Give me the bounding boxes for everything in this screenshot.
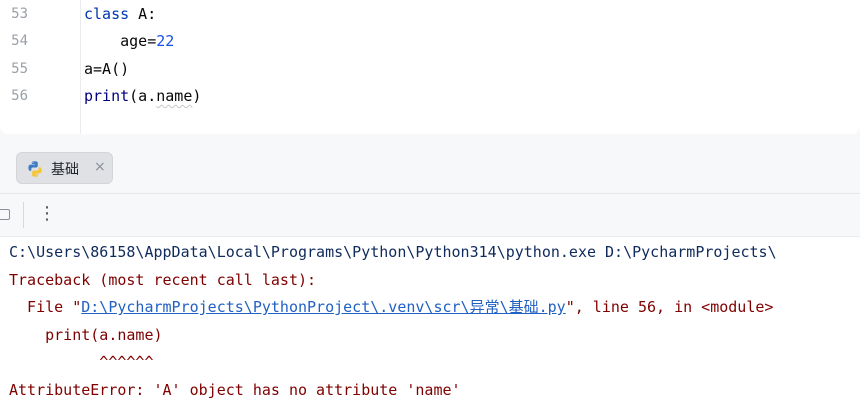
- line-number: 55: [11, 61, 28, 77]
- line-number-gutter: 53 54 55 56: [0, 0, 81, 134]
- run-tab-label: 基础: [51, 162, 79, 178]
- run-toolbar: ⋮: [0, 194, 860, 237]
- run-tab-bar: 基础 ×: [0, 145, 860, 194]
- keyword-token: class: [84, 5, 130, 23]
- code-token: ): [192, 87, 202, 105]
- traceback-file-line: File "D:\PycharmProjects\PythonProject\.…: [9, 297, 773, 317]
- traceback-file-suffix: ", line 56, in <module>: [565, 298, 774, 316]
- code-token: age: [120, 32, 148, 50]
- code-line[interactable]: print(a.name): [84, 86, 201, 106]
- unresolved-attribute-token: name: [156, 87, 193, 105]
- code-token: a=A(): [84, 60, 130, 78]
- line-number: 54: [11, 33, 28, 49]
- traceback-file-prefix: File ": [9, 298, 82, 316]
- run-tab-jichu[interactable]: 基础 ×: [16, 152, 113, 184]
- toolbar-divider: [23, 202, 24, 228]
- code-editor[interactable]: 53 54 55 56 class A: age=22 a=A() print(…: [0, 0, 860, 134]
- code-token: =: [147, 32, 157, 50]
- more-options-icon[interactable]: ⋮: [38, 204, 56, 224]
- code-token: (a.: [129, 87, 157, 105]
- builtin-token: print: [84, 87, 130, 105]
- traceback-carets: ^^^^^^: [9, 353, 154, 371]
- code-token: A:: [129, 5, 157, 23]
- code-line[interactable]: a=A(): [84, 59, 129, 79]
- traceback-code-line: print(a.name): [9, 326, 163, 344]
- console-command-line: C:\Users\86158\AppData\Local\Programs\Py…: [9, 243, 777, 261]
- python-icon: [28, 161, 42, 177]
- code-line[interactable]: class A:: [84, 4, 156, 24]
- traceback-header: Traceback (most recent call last):: [9, 271, 317, 289]
- run-console-output[interactable]: C:\Users\86158\AppData\Local\Programs\Py…: [0, 237, 860, 401]
- number-token: 22: [156, 32, 175, 50]
- source-file-link[interactable]: D:\PycharmProjects\PythonProject\.venv\s…: [81, 298, 565, 316]
- code-line[interactable]: age=22: [84, 31, 174, 51]
- error-message: AttributeError: 'A' object has no attrib…: [9, 381, 461, 399]
- close-icon[interactable]: ×: [94, 159, 106, 175]
- line-number: 53: [11, 6, 28, 22]
- stop-icon[interactable]: [0, 209, 10, 220]
- line-number: 56: [11, 88, 28, 104]
